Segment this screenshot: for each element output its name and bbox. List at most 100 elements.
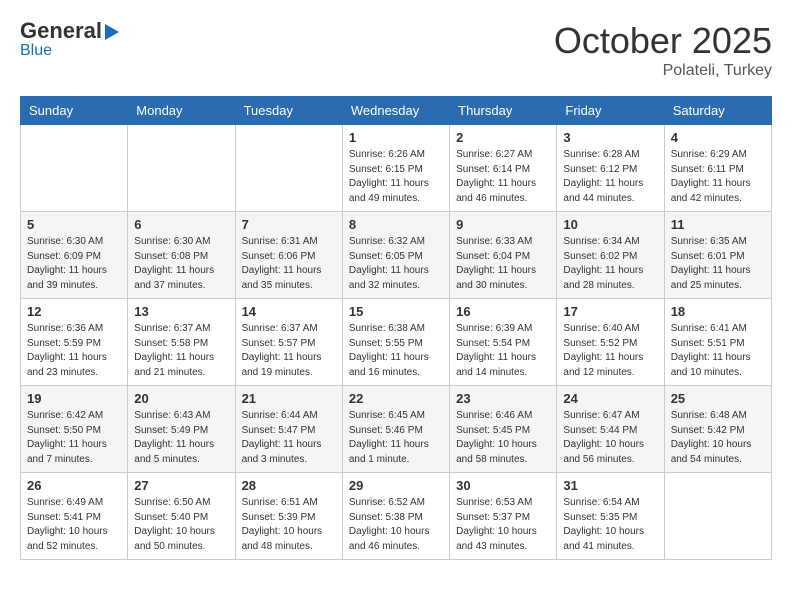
day-info: Sunrise: 6:37 AM Sunset: 5:58 PM Dayligh…	[134, 322, 228, 380]
day-info: Sunrise: 6:47 AM Sunset: 5:44 PM Dayligh…	[563, 409, 657, 467]
calendar-week-row: 19 Sunrise: 6:42 AM Sunset: 5:50 PM Dayli…	[21, 386, 772, 473]
day-number: 2	[456, 130, 550, 145]
day-number: 14	[242, 304, 336, 319]
calendar-day-14: 14 Sunrise: 6:37 AM Sunset: 5:57 PM Dayli…	[235, 299, 342, 386]
day-info: Sunrise: 6:46 AM Sunset: 5:45 PM Dayligh…	[456, 409, 550, 467]
day-info: Sunrise: 6:28 AM Sunset: 6:12 PM Dayligh…	[563, 148, 657, 206]
day-header-tuesday: Tuesday	[235, 97, 342, 125]
day-number: 3	[563, 130, 657, 145]
day-header-sunday: Sunday	[21, 97, 128, 125]
day-number: 27	[134, 478, 228, 493]
calendar-day-19: 19 Sunrise: 6:42 AM Sunset: 5:50 PM Dayli…	[21, 386, 128, 473]
day-number: 10	[563, 217, 657, 232]
calendar-day-6: 6 Sunrise: 6:30 AM Sunset: 6:08 PM Daylig…	[128, 212, 235, 299]
day-info: Sunrise: 6:27 AM Sunset: 6:14 PM Dayligh…	[456, 148, 550, 206]
calendar-day-5: 5 Sunrise: 6:30 AM Sunset: 6:09 PM Daylig…	[21, 212, 128, 299]
day-number: 29	[349, 478, 443, 493]
calendar-week-row: 12Sunrise: 6:36 AM Sunset: 5:59 PM Dayli…	[21, 299, 772, 386]
logo: General Blue	[20, 20, 119, 60]
calendar-empty-cell	[664, 473, 771, 560]
calendar-day-25: 25Sunrise: 6:48 AM Sunset: 5:42 PM Dayli…	[664, 386, 771, 473]
day-info: Sunrise: 6:42 AM Sunset: 5:50 PM Dayligh…	[27, 409, 121, 467]
day-info: Sunrise: 6:41 AM Sunset: 5:51 PM Dayligh…	[671, 322, 765, 380]
day-info: Sunrise: 6:33 AM Sunset: 6:04 PM Dayligh…	[456, 235, 550, 293]
day-number: 22	[349, 391, 443, 406]
calendar-day-21: 21 Sunrise: 6:44 AM Sunset: 5:47 PM Dayli…	[235, 386, 342, 473]
day-number: 30	[456, 478, 550, 493]
day-header-wednesday: Wednesday	[342, 97, 449, 125]
day-number: 8	[349, 217, 443, 232]
day-number: 4	[671, 130, 765, 145]
title-section: October 2025 Polateli, Turkey	[554, 20, 772, 80]
calendar-empty-cell	[128, 125, 235, 212]
day-info: Sunrise: 6:44 AM Sunset: 5:47 PM Dayligh…	[242, 409, 336, 467]
day-header-saturday: Saturday	[664, 97, 771, 125]
calendar-day-30: 30 Sunrise: 6:53 AM Sunset: 5:37 PM Dayli…	[450, 473, 557, 560]
day-info: Sunrise: 6:43 AM Sunset: 5:49 PM Dayligh…	[134, 409, 228, 467]
day-info: Sunrise: 6:50 AM Sunset: 5:40 PM Dayligh…	[134, 496, 228, 554]
logo-arrow-icon	[105, 24, 119, 40]
page-header: General Blue October 2025 Polateli, Turk…	[20, 20, 772, 80]
calendar-day-23: 23 Sunrise: 6:46 AM Sunset: 5:45 PM Dayli…	[450, 386, 557, 473]
day-number: 15	[349, 304, 443, 319]
location-subtitle: Polateli, Turkey	[554, 62, 772, 80]
day-info: Sunrise: 6:31 AM Sunset: 6:06 PM Dayligh…	[242, 235, 336, 293]
calendar-empty-cell	[235, 125, 342, 212]
day-number: 6	[134, 217, 228, 232]
day-number: 9	[456, 217, 550, 232]
calendar-week-row: 1Sunrise: 6:26 AM Sunset: 6:15 PM Daylig…	[21, 125, 772, 212]
day-info: Sunrise: 6:38 AM Sunset: 5:55 PM Dayligh…	[349, 322, 443, 380]
day-info: Sunrise: 6:49 AM Sunset: 5:41 PM Dayligh…	[27, 496, 121, 554]
calendar-day-10: 10Sunrise: 6:34 AM Sunset: 6:02 PM Dayli…	[557, 212, 664, 299]
day-number: 26	[27, 478, 121, 493]
calendar-day-3: 3 Sunrise: 6:28 AM Sunset: 6:12 PM Daylig…	[557, 125, 664, 212]
day-number: 13	[134, 304, 228, 319]
calendar-day-9: 9 Sunrise: 6:33 AM Sunset: 6:04 PM Daylig…	[450, 212, 557, 299]
day-info: Sunrise: 6:29 AM Sunset: 6:11 PM Dayligh…	[671, 148, 765, 206]
day-info: Sunrise: 6:32 AM Sunset: 6:05 PM Dayligh…	[349, 235, 443, 293]
calendar-day-29: 29 Sunrise: 6:52 AM Sunset: 5:38 PM Dayli…	[342, 473, 449, 560]
day-info: Sunrise: 6:35 AM Sunset: 6:01 PM Dayligh…	[671, 235, 765, 293]
calendar-header-row: SundayMondayTuesdayWednesdayThursdayFrid…	[21, 97, 772, 125]
logo-general-text: General	[20, 20, 102, 42]
day-number: 1	[349, 130, 443, 145]
logo-blue-text: Blue	[20, 42, 52, 60]
day-number: 16	[456, 304, 550, 319]
day-number: 31	[563, 478, 657, 493]
calendar-day-20: 20Sunrise: 6:43 AM Sunset: 5:49 PM Dayli…	[128, 386, 235, 473]
calendar-day-26: 26 Sunrise: 6:49 AM Sunset: 5:41 PM Dayli…	[21, 473, 128, 560]
day-info: Sunrise: 6:53 AM Sunset: 5:37 PM Dayligh…	[456, 496, 550, 554]
day-number: 18	[671, 304, 765, 319]
day-number: 17	[563, 304, 657, 319]
calendar-table: SundayMondayTuesdayWednesdayThursdayFrid…	[20, 96, 772, 560]
calendar-day-8: 8 Sunrise: 6:32 AM Sunset: 6:05 PM Daylig…	[342, 212, 449, 299]
day-info: Sunrise: 6:30 AM Sunset: 6:08 PM Dayligh…	[134, 235, 228, 293]
calendar-day-17: 17 Sunrise: 6:40 AM Sunset: 5:52 PM Dayli…	[557, 299, 664, 386]
day-info: Sunrise: 6:36 AM Sunset: 5:59 PM Dayligh…	[27, 322, 121, 380]
day-info: Sunrise: 6:37 AM Sunset: 5:57 PM Dayligh…	[242, 322, 336, 380]
day-header-friday: Friday	[557, 97, 664, 125]
day-header-monday: Monday	[128, 97, 235, 125]
calendar-week-row: 5 Sunrise: 6:30 AM Sunset: 6:09 PM Daylig…	[21, 212, 772, 299]
calendar-day-16: 16 Sunrise: 6:39 AM Sunset: 5:54 PM Dayli…	[450, 299, 557, 386]
calendar-day-2: 2 Sunrise: 6:27 AM Sunset: 6:14 PM Daylig…	[450, 125, 557, 212]
day-number: 19	[27, 391, 121, 406]
calendar-day-22: 22Sunrise: 6:45 AM Sunset: 5:46 PM Dayli…	[342, 386, 449, 473]
day-info: Sunrise: 6:30 AM Sunset: 6:09 PM Dayligh…	[27, 235, 121, 293]
calendar-week-row: 26 Sunrise: 6:49 AM Sunset: 5:41 PM Dayli…	[21, 473, 772, 560]
day-number: 28	[242, 478, 336, 493]
day-number: 7	[242, 217, 336, 232]
calendar-day-15: 15 Sunrise: 6:38 AM Sunset: 5:55 PM Dayli…	[342, 299, 449, 386]
day-number: 24	[563, 391, 657, 406]
day-number: 5	[27, 217, 121, 232]
day-info: Sunrise: 6:54 AM Sunset: 5:35 PM Dayligh…	[563, 496, 657, 554]
calendar-day-11: 11Sunrise: 6:35 AM Sunset: 6:01 PM Dayli…	[664, 212, 771, 299]
day-number: 21	[242, 391, 336, 406]
day-info: Sunrise: 6:39 AM Sunset: 5:54 PM Dayligh…	[456, 322, 550, 380]
day-info: Sunrise: 6:40 AM Sunset: 5:52 PM Dayligh…	[563, 322, 657, 380]
calendar-day-1: 1Sunrise: 6:26 AM Sunset: 6:15 PM Daylig…	[342, 125, 449, 212]
calendar-day-24: 24 Sunrise: 6:47 AM Sunset: 5:44 PM Dayli…	[557, 386, 664, 473]
day-number: 25	[671, 391, 765, 406]
day-number: 23	[456, 391, 550, 406]
day-info: Sunrise: 6:52 AM Sunset: 5:38 PM Dayligh…	[349, 496, 443, 554]
